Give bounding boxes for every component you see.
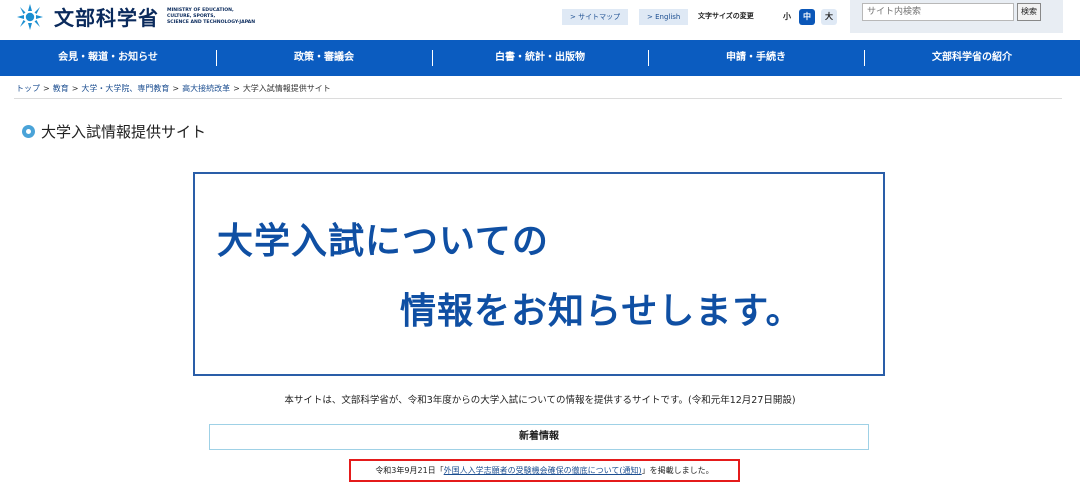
breadcrumb-divider bbox=[14, 98, 1062, 99]
breadcrumb-link-education[interactable]: 教育 bbox=[53, 84, 69, 93]
logo-english-name: MINISTRY OF EDUCATION, CULTURE, SPORTS, … bbox=[167, 8, 277, 26]
site-intro-text: 本サイトは、文部科学省が、令和3年度からの大学入試についての情報を提供するサイト… bbox=[284, 395, 796, 406]
site-header: 文部科学省 MINISTRY OF EDUCATION, CULTURE, SP… bbox=[0, 0, 1080, 40]
site-search: 検索 bbox=[850, 0, 1063, 33]
ministry-logo[interactable]: 文部科学省 MINISTRY OF EDUCATION, CULTURE, SP… bbox=[14, 2, 277, 31]
logo-sub-line: SCIENCE AND TECHNOLOGY-JAPAN bbox=[167, 19, 256, 25]
english-link[interactable]: > English bbox=[639, 9, 689, 25]
banner-line-2: 情報をお知らせします。 bbox=[400, 291, 803, 332]
search-button[interactable]: 検索 bbox=[1017, 3, 1041, 21]
news-heading: 新着情報 bbox=[209, 424, 869, 450]
news-item-link[interactable]: 外国人入学志願者の受験機会確保の徹底について(通知) bbox=[444, 466, 642, 475]
breadcrumb-link-university[interactable]: 大学・大学院、専門教育 bbox=[81, 84, 169, 93]
title-bullet-icon bbox=[22, 125, 35, 138]
breadcrumb-current: 大学入試情報提供サイト bbox=[242, 84, 331, 93]
nav-item-publications[interactable]: 白書・統計・出版物 bbox=[432, 40, 648, 76]
breadcrumb-separator: > bbox=[43, 84, 50, 93]
breadcrumb-separator: > bbox=[233, 84, 240, 93]
hero-banner: 大学入試についての 情報をお知らせします。 bbox=[193, 172, 885, 376]
sitemap-link[interactable]: > サイトマップ bbox=[562, 9, 629, 25]
global-nav: 会見・報道・お知らせ 政策・審議会 白書・統計・出版物 申請・手続き 文部科学省… bbox=[0, 40, 1080, 76]
breadcrumb-link-top[interactable]: トップ bbox=[16, 84, 40, 93]
nav-item-about[interactable]: 文部科学省の紹介 bbox=[864, 40, 1080, 76]
breadcrumb-separator: > bbox=[172, 84, 180, 93]
banner-line-1: 大学入試についての bbox=[217, 221, 549, 262]
search-input[interactable] bbox=[862, 3, 1014, 21]
ministry-emblem-icon bbox=[17, 3, 43, 30]
news-item: 令和3年9月21日「外国人入学志願者の受験機会確保の徹底について(通知)」を掲載… bbox=[349, 459, 740, 482]
breadcrumb-separator: > bbox=[71, 84, 79, 93]
font-size-label: 文字サイズの変更 bbox=[698, 12, 754, 20]
font-size-large-button[interactable]: 大 bbox=[821, 9, 837, 25]
logo-name: 文部科学省 bbox=[54, 6, 159, 30]
font-size-medium-button[interactable]: 中 bbox=[799, 9, 815, 25]
news-item-suffix: 」を掲載しました。 bbox=[641, 466, 714, 475]
nav-item-policy[interactable]: 政策・審議会 bbox=[216, 40, 432, 76]
page-title: 大学入試情報提供サイト bbox=[41, 123, 207, 141]
news-item-prefix: 令和3年9月21日「 bbox=[375, 466, 444, 475]
nav-item-applications[interactable]: 申請・手続き bbox=[648, 40, 864, 76]
page-title-block: 大学入試情報提供サイト bbox=[22, 121, 206, 142]
breadcrumb-link-reform[interactable]: 高大接続改革 bbox=[182, 84, 230, 93]
breadcrumb: トップ > 教育 > 大学・大学院、専門教育 > 高大接続改革 > 大学入試情報提供サイト bbox=[16, 83, 331, 94]
nav-item-press[interactable]: 会見・報道・お知らせ bbox=[0, 40, 216, 76]
font-size-small-button[interactable]: 小 bbox=[779, 9, 795, 25]
